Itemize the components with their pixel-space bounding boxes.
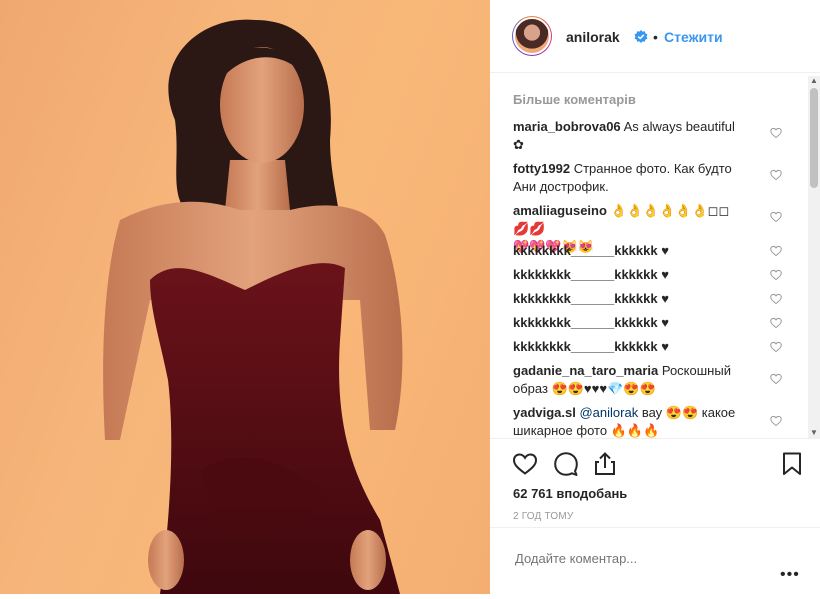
comment-text-line2: шикарное фото 🔥🔥🔥 (513, 423, 660, 438)
comment-username[interactable]: maria_bobrova06 (513, 119, 621, 134)
comment-like-heart-icon[interactable] (770, 373, 782, 385)
comment-item: maria_bobrova06 As always beautiful ✿ (513, 118, 743, 154)
comment-like-heart-icon[interactable] (770, 317, 782, 329)
comment-username[interactable]: gadanie_na_taro_maria (513, 363, 658, 378)
comment-text: ♥ (657, 243, 669, 258)
comment-like-heart-icon[interactable] (770, 245, 782, 257)
comment-bubble-icon[interactable] (553, 451, 579, 477)
more-options-icon[interactable]: ••• (780, 566, 800, 584)
comment-like-heart-icon[interactable] (770, 269, 782, 281)
comment-username[interactable]: amaliiaguseino (513, 203, 607, 218)
comment-username[interactable]: kkkkkkkk______kkkkkk (513, 315, 658, 330)
scroll-down-arrow-icon[interactable]: ▼ (810, 428, 818, 438)
comment-item: yadviga.sl @anilorak вау 😍😍 какое шикарн… (513, 404, 743, 438)
comment-text: ♥ (657, 267, 669, 282)
post-photo[interactable] (0, 0, 490, 594)
avatar[interactable] (512, 16, 552, 56)
likes-count[interactable]: 62 761 вподобань (513, 486, 627, 501)
scrollbar-thumb[interactable] (810, 88, 818, 188)
comment-text-line2: ✿ (513, 137, 524, 152)
add-comment-section (490, 527, 820, 588)
instagram-post-modal: anilorak • Стежити Більше коментарів mar… (0, 0, 820, 594)
comment-item: kkkkkkkk______kkkkkk ♥ (513, 338, 743, 356)
comment-like-heart-icon[interactable] (770, 341, 782, 353)
comment-item: fotty1992 Странное фото. Как будто Ани д… (513, 160, 743, 196)
comments-scrollbar[interactable]: ▲ ▼ (808, 76, 820, 438)
follow-button[interactable]: Стежити (664, 29, 723, 45)
comment-like-heart-icon[interactable] (770, 127, 782, 139)
comment-username[interactable]: yadviga.sl (513, 405, 576, 420)
comment-username[interactable]: kkkkkkkk______kkkkkk (513, 339, 658, 354)
comment-item: kkkkkkkk______kkkkkk ♥ (513, 314, 743, 332)
comment-item: gadanie_na_taro_maria Роскошный образ 😍😍… (513, 362, 743, 398)
post-header: anilorak • Стежити (490, 0, 820, 73)
bookmark-icon[interactable] (779, 451, 805, 477)
comment-item: kkkkkkkk______kkkkkk ♥ (513, 290, 743, 308)
comment-username[interactable]: kkkkkkkk______kkkkkk (513, 243, 658, 258)
share-icon[interactable] (592, 451, 618, 477)
post-side-panel: anilorak • Стежити Більше коментарів mar… (490, 0, 820, 594)
comment-text: Странное фото. Как будто (570, 161, 732, 176)
comment-username[interactable]: kkkkkkkk______kkkkkk (513, 291, 658, 306)
comment-like-heart-icon[interactable] (770, 169, 782, 181)
verified-badge-icon (634, 30, 648, 43)
comments-list[interactable]: Більше коментарів maria_bobrova06 As alw… (490, 72, 810, 438)
avatar-image (513, 17, 551, 55)
comment-item: kkkkkkkk______kkkkkk ♥ (513, 266, 743, 284)
comment-mention[interactable]: @anilorak (576, 405, 638, 420)
post-username[interactable]: anilorak (566, 29, 620, 45)
photo-illustration (103, 19, 403, 594)
comment-username[interactable]: kkkkkkkk______kkkkkk (513, 267, 658, 282)
comment-like-heart-icon[interactable] (770, 293, 782, 305)
comment-username[interactable]: fotty1992 (513, 161, 570, 176)
comment-text: ♥ (657, 291, 669, 306)
comment-text: ♥ (657, 315, 669, 330)
comment-item: kkkkkkkk______kkkkkk ♥ (513, 242, 743, 260)
comment-text: Роскошный (658, 363, 731, 378)
comment-text: As always beautiful (620, 119, 735, 134)
add-comment-input[interactable] (513, 550, 767, 567)
scroll-up-arrow-icon[interactable]: ▲ (810, 76, 818, 86)
like-heart-icon[interactable] (512, 451, 538, 477)
comment-text: вау 😍😍 какое (638, 405, 736, 420)
post-actions: 62 761 вподобань 2 ГОД ТОМУ (490, 438, 820, 599)
comment-like-heart-icon[interactable] (770, 415, 782, 427)
comment-text-line2: Ани дострофик. (513, 179, 609, 194)
post-timestamp[interactable]: 2 ГОД ТОМУ (513, 511, 573, 522)
load-more-comments-button[interactable]: Більше коментарів (513, 92, 636, 107)
comment-text-line2: образ 😍😍♥♥♥💎😍😍 (513, 381, 656, 396)
header-separator: • (653, 29, 658, 45)
comment-text: ♥ (657, 339, 669, 354)
comment-like-heart-icon[interactable] (770, 211, 782, 223)
